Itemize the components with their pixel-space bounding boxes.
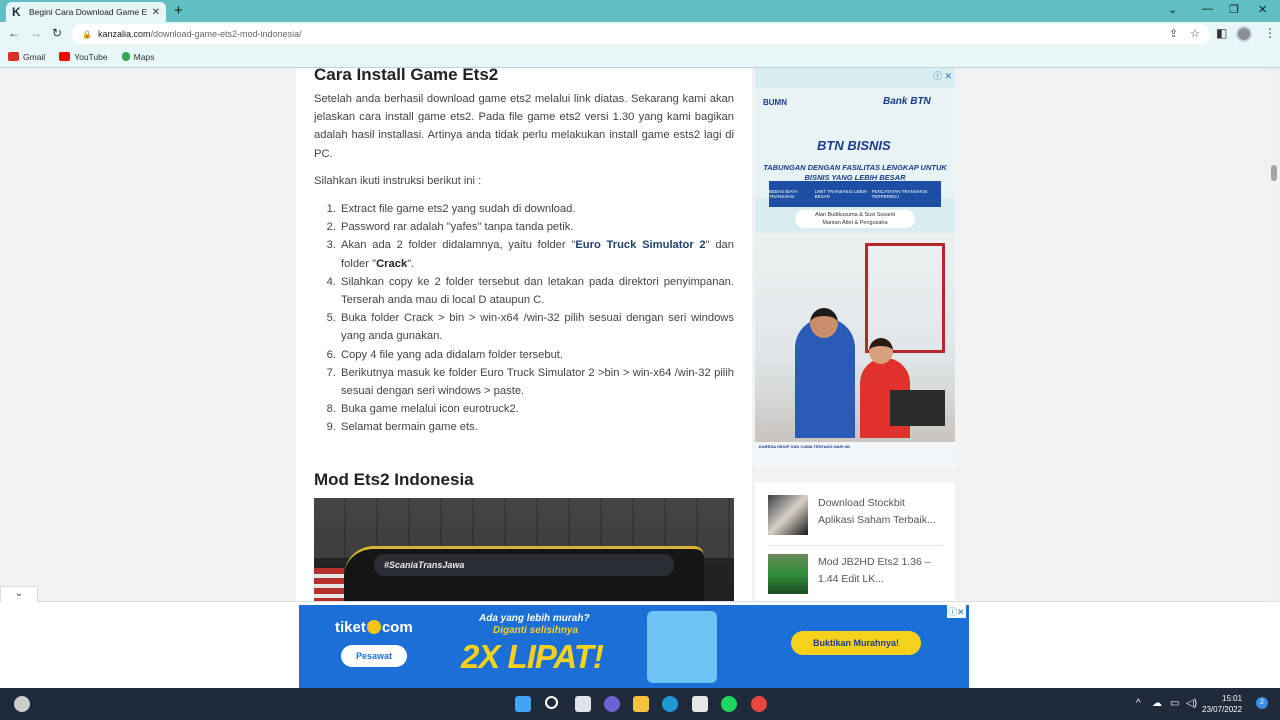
scroll-thumb[interactable] xyxy=(1271,165,1277,181)
web-page: Cara Install Game Ets2 Setelah anda berh… xyxy=(0,68,1280,688)
windows-taskbar: ^ ☁ ▭ ◁) 15:01 23/07/2022 2 xyxy=(0,688,1280,720)
article-content: Cara Install Game Ets2 Setelah anda berh… xyxy=(296,68,752,688)
ad-names-badge: Alan Budikusuma & Susi Susanti Mantan Atl… xyxy=(795,210,915,228)
browser-tab[interactable]: K Begini Cara Download Game Ets2 ✕ xyxy=(6,2,166,22)
bookmarks-bar: Gmail YouTube Maps xyxy=(0,46,1280,68)
related-post[interactable]: Download Stockbit Aplikasi Saham Terbaik… xyxy=(768,495,943,535)
ad-answer: Diganti selisihnya xyxy=(493,625,579,636)
ad-footer: KARENA HIDUP GAK CUMA TENTANG HARI INI xyxy=(755,442,955,468)
back-icon[interactable]: ← xyxy=(8,26,20,40)
browser-toolbar: ← → ↻ 🔒 kanzalia.com/download-game-ets2-… xyxy=(0,22,1280,46)
ad-title: BTN BISNIS xyxy=(817,138,891,153)
address-bar[interactable]: 🔒 kanzalia.com/download-game-ets2-mod-in… xyxy=(72,24,1210,44)
search-icon[interactable] xyxy=(545,696,558,709)
install-steps-list: 1. Extract file game ets2 yang sudah di d… xyxy=(314,200,734,437)
teams-chat-icon[interactable] xyxy=(604,696,620,712)
bank-btn-logo: Bank BTN xyxy=(883,96,931,107)
ad-cta-button[interactable]: Buktikan Murahnya! xyxy=(791,631,921,655)
sidebar-advertisement[interactable]: BUMN Bank BTN BTN BISNIS TABUNGAN DENGAN… xyxy=(755,68,955,468)
url-text: kanzalia.com/download-game-ets2-mod-indo… xyxy=(97,29,302,39)
ad-laptop xyxy=(890,390,945,426)
ad-tagline: TABUNGAN DENGAN FASILITAS LENGKAP UNTUK … xyxy=(763,163,947,182)
close-tab-icon[interactable]: ✕ xyxy=(152,7,160,18)
bookmark-gmail[interactable]: Gmail xyxy=(8,52,45,62)
adchoices-icon[interactable]: ⓘ ✕ xyxy=(933,69,952,82)
gmail-icon xyxy=(8,52,19,61)
volume-icon[interactable]: ◁) xyxy=(1186,698,1197,709)
file-explorer-icon[interactable] xyxy=(633,696,649,712)
divider xyxy=(768,545,943,546)
list-item: 8. Buka game melalui icon eurotruck2. xyxy=(326,403,519,416)
minimize-button[interactable]: — xyxy=(1202,3,1213,15)
list-item: 1. Extract file game ets2 yang sudah di d… xyxy=(326,203,576,215)
list-item: 6. Copy 4 file yang ada didalam folder te… xyxy=(326,348,564,361)
profile-avatar[interactable] xyxy=(1236,26,1252,42)
forward-icon[interactable]: → xyxy=(30,26,42,40)
new-tab-button[interactable]: + xyxy=(174,3,183,19)
link-euro-truck[interactable]: Euro Truck Simulator 2 xyxy=(575,239,705,251)
ad-headline: 2X LIPAT! xyxy=(461,638,604,675)
instruction-paragraph: Silahkan ikuti instruksi berikut ini : xyxy=(314,175,482,187)
ad-woman-head xyxy=(869,338,893,364)
related-title: Mod JB2HD Ets2 1.36 – 1.44 Edit LK... xyxy=(818,556,931,585)
bus-mod-image[interactable]: #ScaniaTransJawa xyxy=(314,498,734,608)
bookmark-youtube[interactable]: YouTube xyxy=(59,52,108,62)
section-heading-mod: Mod Ets2 Indonesia xyxy=(314,470,474,489)
list-item: 7. Berikutnya masuk ke folder Euro Truck … xyxy=(326,366,734,398)
list-item: 5. Buka folder Crack > bin > win-x64 /win… xyxy=(326,312,734,343)
ad-question: Ada yang lebih murah? xyxy=(479,613,590,624)
related-thumbnail xyxy=(768,495,808,535)
site-favicon-icon: K xyxy=(12,5,21,19)
ad-shelf xyxy=(865,243,945,353)
notification-badge[interactable]: 2 xyxy=(1256,697,1268,709)
widgets-icon[interactable] xyxy=(14,696,30,712)
bookmark-star-icon[interactable]: ☆ xyxy=(1190,27,1200,40)
close-window-button[interactable]: ✕ xyxy=(1258,3,1267,16)
page-scrollbar[interactable] xyxy=(1268,68,1280,688)
maps-icon xyxy=(121,52,130,61)
ad-features-bar: BEBAS BIAYA TRANSAKSI LIMIT TRANSAKSI LE… xyxy=(769,181,941,207)
tab-title: Begini Cara Download Game Ets2 xyxy=(29,7,147,17)
lock-icon: 🔒 xyxy=(82,29,92,39)
list-item: 9. Selamat bermain game ets. xyxy=(326,421,478,434)
task-view-icon[interactable] xyxy=(575,696,591,712)
list-item: 4. Silahkan copy ke 2 folder tersebut dan… xyxy=(326,275,734,307)
menu-icon[interactable]: ⋮ xyxy=(1264,26,1276,40)
edge-icon[interactable] xyxy=(662,696,678,712)
related-title: Download Stockbit Aplikasi Saham Terbaik… xyxy=(818,497,936,526)
restore-button[interactable]: ❐ xyxy=(1229,3,1239,16)
youtube-icon xyxy=(59,52,71,61)
network-icon[interactable]: ▭ xyxy=(1170,698,1179,709)
related-thumbnail xyxy=(768,554,808,594)
reload-icon[interactable]: ↻ xyxy=(52,26,62,40)
side-panel-icon[interactable]: ◧ xyxy=(1216,26,1227,40)
list-item: 2. Password rar adalah "yafes" tanpa tand… xyxy=(326,221,574,234)
bottom-advertisement[interactable]: tiket com Pesawat Ada yang lebih murah? D… xyxy=(299,605,969,688)
close-ad-icon[interactable]: ⓘ✕ xyxy=(947,605,966,618)
list-item: 3. Akan ada 2 folder didalamnya, yaitu fo… xyxy=(326,239,734,270)
cloud-icon[interactable]: ☁ xyxy=(1152,698,1162,709)
system-clock[interactable]: 15:01 23/07/2022 xyxy=(1202,693,1242,715)
chrome-icon[interactable] xyxy=(751,696,767,712)
start-icon[interactable] xyxy=(515,696,531,712)
share-icon[interactable]: ⇪ xyxy=(1169,27,1178,40)
section-heading-install: Cara Install Game Ets2 xyxy=(314,68,499,84)
pesawat-pill: Pesawat xyxy=(341,645,407,667)
store-icon[interactable] xyxy=(692,696,708,712)
bus-livery-text: #ScaniaTransJawa xyxy=(384,560,465,570)
bumn-logo: BUMN xyxy=(763,98,787,107)
tab-strip: K Begini Cara Download Game Ets2 ✕ + ⌄ —… xyxy=(0,0,1280,22)
intro-paragraph: Setelah anda berhasil download game ets2… xyxy=(314,93,734,160)
ad-man-head xyxy=(810,308,838,338)
spotify-icon[interactable] xyxy=(721,696,737,712)
bookmark-maps[interactable]: Maps xyxy=(121,52,154,62)
tiket-logo: tiket com xyxy=(335,619,413,636)
collapse-ad-button[interactable]: ⌄ xyxy=(0,586,38,602)
tray-chevron-icon[interactable]: ^ xyxy=(1136,698,1141,709)
tab-search-icon[interactable]: ⌄ xyxy=(1168,3,1177,16)
ad-phone-illustration xyxy=(647,611,717,683)
related-post[interactable]: Mod JB2HD Ets2 1.36 – 1.44 Edit LK... xyxy=(768,554,943,594)
